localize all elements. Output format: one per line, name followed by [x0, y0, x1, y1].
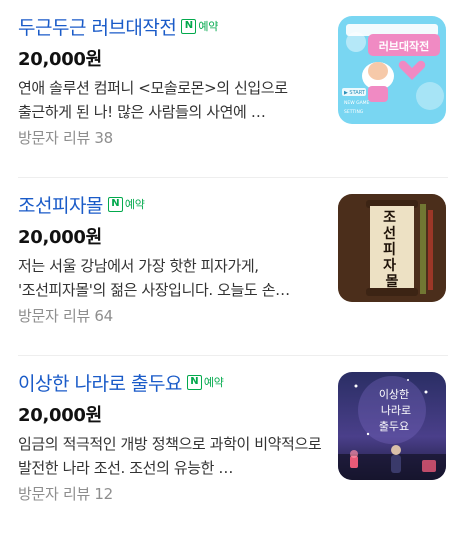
list-item[interactable]: 조선피자몰 N 예약 20,000원 저는 서울 강남에서 가장 핫한 피자가게…	[18, 188, 446, 338]
booking-badge[interactable]: N 예약	[181, 18, 218, 34]
night-scene-thumbnail[interactable]: 이상한 나라로 출두요	[338, 372, 446, 480]
poster-title: 러브대작전	[379, 39, 430, 53]
price: 20,000원	[18, 227, 102, 248]
menu-new-game: NEW GAME	[344, 100, 370, 106]
booking-badge[interactable]: N 예약	[107, 196, 145, 212]
title-row: 조선피자몰 N 예약	[18, 188, 323, 220]
booking-badge-label: 예약	[203, 376, 224, 389]
description: 연애 솔루션 컴퍼니 <모솔로몬>의 신입으로 출근하게 된 나! 많은 사람들…	[18, 79, 288, 121]
list-item[interactable]: 이상한 나라로 출두요 N 예약 20,000원 임금의 적극적인 개방 정책으…	[18, 366, 446, 516]
title-row: 두근두근 러브대작전 N 예약	[18, 10, 323, 42]
divider	[18, 355, 448, 356]
product-list: 두근두근 러브대작전 N 예약 20,000원 연애 솔루션 컴퍼니 <모솔로몬…	[0, 0, 466, 541]
naver-n-icon: N	[181, 18, 197, 34]
price: 20,000원	[18, 49, 102, 70]
poster-title-line-1: 이상한	[379, 388, 409, 401]
item-text: 조선피자몰 N 예약 20,000원 저는 서울 강남에서 가장 핫한 피자가게…	[18, 188, 323, 327]
description: 임금의 적극적인 개방 정책으로 과학이 비약적으로 발전한 나라 조선. 조선…	[18, 435, 322, 477]
review-count-link[interactable]: 방문자 리뷰 64	[18, 305, 323, 327]
naver-n-icon: N	[107, 196, 123, 212]
naver-n-icon: N	[186, 374, 202, 390]
item-text: 이상한 나라로 출두요 N 예약 20,000원 임금의 적극적인 개방 정책으…	[18, 366, 323, 505]
product-title-link[interactable]: 두근두근 러브대작전	[18, 13, 177, 40]
review-count-link[interactable]: 방문자 리뷰 12	[18, 483, 323, 505]
menu-setting: SETTING	[344, 109, 364, 115]
description: 저는 서울 강남에서 가장 핫한 피자가게, '조선피자몰'의 젊은 사장입니다…	[18, 257, 290, 299]
product-title-link[interactable]: 이상한 나라로 출두요	[18, 369, 182, 396]
booking-badge-label: 예약	[124, 198, 145, 211]
list-item[interactable]: 두근두근 러브대작전 N 예약 20,000원 연애 솔루션 컴퍼니 <모솔로몬…	[18, 10, 446, 160]
poster-title-line-3: 출두요	[379, 420, 409, 433]
price: 20,000원	[18, 405, 102, 426]
product-title-link[interactable]: 조선피자몰	[18, 191, 103, 218]
booking-badge-label: 예약	[198, 20, 219, 33]
title-row: 이상한 나라로 출두요 N 예약	[18, 366, 323, 398]
scroll-text: 조 선 피 자 몰	[383, 210, 401, 290]
game-poster-love-thumbnail[interactable]: 러브대작전 ▶ START NEW GAME SETTING	[338, 16, 446, 124]
poster-title-line-2: 나라로	[381, 404, 411, 417]
scroll-thumbnail[interactable]: 조 선 피 자 몰	[338, 194, 446, 302]
booking-badge[interactable]: N 예약	[186, 374, 224, 390]
divider	[18, 177, 448, 178]
review-count-link[interactable]: 방문자 리뷰 38	[18, 127, 323, 149]
menu-start: ▶ START	[344, 90, 366, 96]
item-text: 두근두근 러브대작전 N 예약 20,000원 연애 솔루션 컴퍼니 <모솔로몬…	[18, 10, 323, 149]
